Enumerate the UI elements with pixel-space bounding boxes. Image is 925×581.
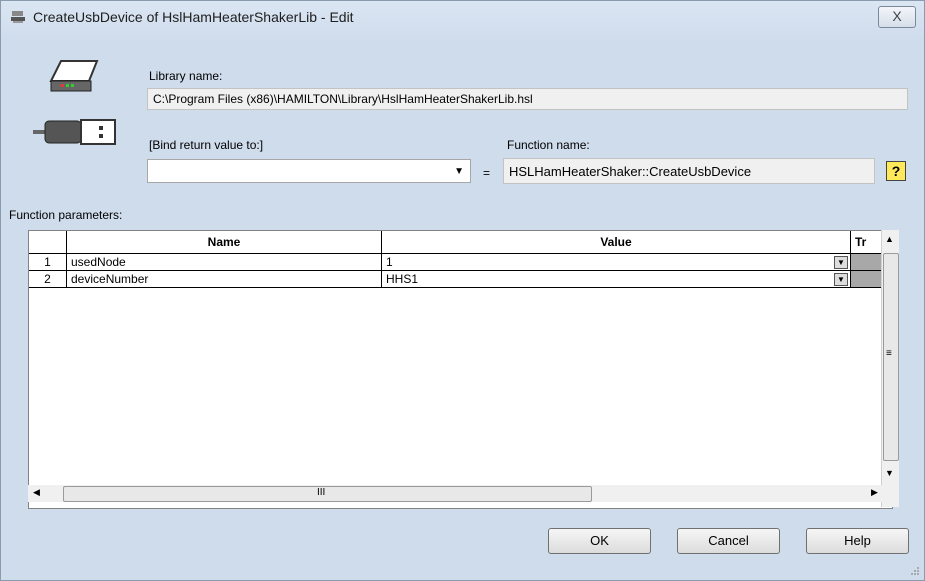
bind-return-label: [Bind return value to:] <box>149 138 264 152</box>
row-number: 1 <box>29 254 67 271</box>
column-header-tr[interactable]: Tr <box>851 231 883 254</box>
param-name-cell[interactable]: usedNode <box>67 254 382 271</box>
usb-device-icon <box>33 60 116 145</box>
window-title: CreateUsbDevice of HslHamHeaterShakerLib… <box>33 9 354 25</box>
vertical-scroll-thumb[interactable]: ≡ <box>883 253 899 461</box>
app-icon <box>11 11 25 23</box>
library-path-field[interactable]: C:\Program Files (x86)\HAMILTON\Library\… <box>147 88 908 110</box>
help-button[interactable]: Help <box>806 528 909 554</box>
tr-cell[interactable] <box>851 254 883 271</box>
bind-return-combo[interactable]: ▼ <box>147 159 471 183</box>
scroll-left-icon[interactable]: ◀ <box>33 487 40 498</box>
function-name-label: Function name: <box>507 138 590 152</box>
column-header-name[interactable]: Name <box>67 231 382 254</box>
value-dropdown-icon[interactable]: ▼ <box>834 256 848 269</box>
vertical-scrollbar[interactable]: ▲ ≡ ▼ <box>881 230 899 507</box>
resize-grip-icon[interactable] <box>910 566 920 576</box>
function-name-field[interactable]: HSLHamHeaterShaker::CreateUsbDevice <box>503 158 875 184</box>
dialog-window: CreateUsbDevice of HslHamHeaterShakerLib… <box>0 0 925 581</box>
param-value-cell[interactable]: 1 <box>382 254 851 271</box>
row-header-corner <box>29 231 67 254</box>
help-icon[interactable]: ? <box>886 161 906 181</box>
scroll-up-icon[interactable]: ▲ <box>885 234 894 244</box>
param-name-cell[interactable]: deviceNumber <box>67 271 382 288</box>
title-bar[interactable]: CreateUsbDevice of HslHamHeaterShakerLib… <box>1 1 924 33</box>
value-dropdown-icon[interactable]: ▼ <box>834 273 848 286</box>
scroll-down-icon[interactable]: ▼ <box>885 468 894 478</box>
parameters-grid: Name Value Tr 1 usedNode 1 ▼ 2 deviceNum… <box>28 230 893 509</box>
cancel-button[interactable]: Cancel <box>677 528 780 554</box>
column-header-value[interactable]: Value <box>382 231 851 254</box>
equals-sign: = <box>483 166 491 180</box>
function-parameters-label: Function parameters: <box>9 208 123 222</box>
grip-icon: III <box>317 487 326 498</box>
close-button[interactable]: X <box>878 6 916 28</box>
tr-cell[interactable] <box>851 271 883 288</box>
chevron-down-icon[interactable]: ▼ <box>454 166 464 177</box>
horizontal-scroll-thumb[interactable]: III <box>63 486 592 502</box>
scroll-right-icon[interactable]: ▶ <box>871 487 878 498</box>
close-icon: X <box>892 8 902 24</box>
grip-icon: ≡ <box>886 348 892 359</box>
ok-button[interactable]: OK <box>548 528 651 554</box>
param-value-cell[interactable]: HHS1 <box>382 271 851 288</box>
library-name-label: Library name: <box>149 69 223 83</box>
row-number: 2 <box>29 271 67 288</box>
horizontal-scrollbar[interactable]: ◀ III ▶ <box>28 485 882 502</box>
